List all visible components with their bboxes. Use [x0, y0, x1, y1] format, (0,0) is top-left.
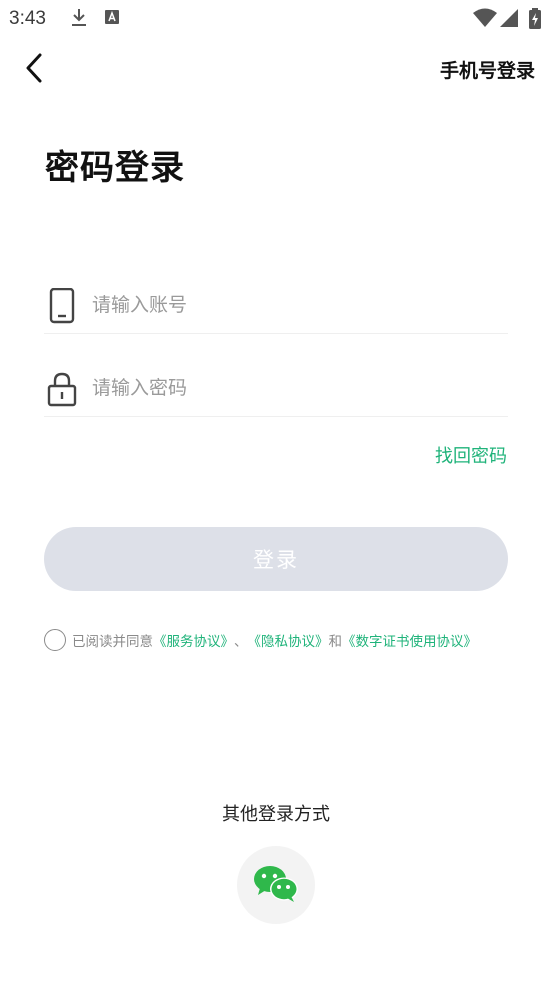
agreement-prefix: 已阅读并同意 — [72, 634, 153, 650]
text-a-icon — [104, 8, 120, 30]
login-button[interactable]: 登录 — [44, 527, 508, 591]
account-field — [44, 276, 508, 334]
chevron-left-icon — [18, 53, 52, 90]
download-icon — [70, 8, 88, 32]
agreement-checkbox[interactable] — [44, 629, 66, 651]
agreement-row: 已阅读并同意 《服务协议》 、 《隐私协议》 和 《数字证书使用协议》 — [44, 628, 477, 652]
privacy-agreement-link[interactable]: 《隐私协议》 — [248, 630, 329, 650]
agreement-and: 和 — [328, 634, 343, 650]
wechat-login-button[interactable] — [237, 846, 315, 924]
account-input[interactable] — [92, 286, 492, 324]
status-time: 3:43 — [9, 8, 46, 29]
forgot-password-link[interactable]: 找回密码 — [435, 442, 507, 468]
page-title: 密码登录 — [45, 148, 185, 188]
status-bar: 3:43 — [0, 0, 552, 36]
cellular-signal-icon — [499, 8, 519, 32]
back-button[interactable] — [18, 50, 52, 86]
other-login-title: 其他登录方式 — [222, 804, 330, 825]
battery-charging-icon — [528, 8, 542, 34]
agreement-separator: 、 — [234, 634, 248, 650]
wifi-icon — [473, 8, 497, 32]
lock-icon — [46, 371, 78, 407]
service-agreement-link[interactable]: 《服务协议》 — [153, 630, 234, 650]
password-input[interactable] — [92, 369, 492, 407]
certificate-agreement-link[interactable]: 《数字证书使用协议》 — [342, 630, 477, 650]
phone-icon — [46, 287, 78, 324]
phone-login-link[interactable]: 手机号登录 — [440, 56, 535, 83]
password-field — [44, 359, 508, 417]
